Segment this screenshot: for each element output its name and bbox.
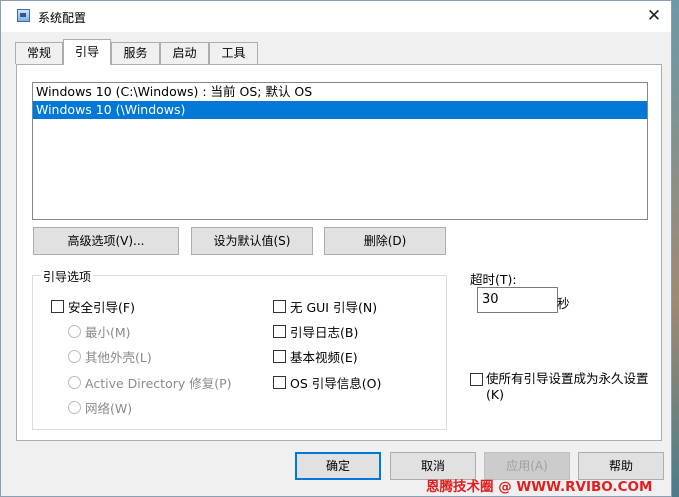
ok-button[interactable]: 确定 [295, 452, 381, 480]
radio-circle [68, 324, 81, 338]
advanced-options-button[interactable]: 高级选项(V)... [33, 227, 179, 255]
safe-boot-label: 安全引导(F) [68, 299, 135, 315]
no-gui-boot-label: 无 GUI 引导(N) [290, 299, 378, 315]
timeout-input[interactable]: 30 [477, 287, 558, 313]
network-radio[interactable]: 网络(W) [68, 399, 133, 416]
radio-circle [68, 400, 81, 414]
boot-options-title: 引导选项 [41, 268, 94, 285]
safe-boot-checkbox[interactable]: 安全引导(F) [51, 298, 135, 315]
tab-tools[interactable]: 工具 [209, 42, 258, 64]
radio-circle [68, 375, 81, 389]
watermark-text: 恩腾技术圈 @ WWW.RVIBO.COM [426, 479, 653, 495]
os-boot-info-label: OS 引导信息(O) [290, 375, 382, 391]
checkbox-box [470, 373, 483, 386]
minimal-label: 最小(M) [85, 324, 131, 340]
os-boot-info-checkbox[interactable]: OS 引导信息(O) [273, 374, 382, 391]
boot-log-checkbox[interactable]: 引导日志(B) [273, 323, 359, 340]
system-config-window: 系统配置 ✕ 常规 引导 服务 启动 工具 Windows 10 (C:\Win… [0, 0, 672, 497]
os-list-item[interactable]: Windows 10 (C:\Windows) : 当前 OS; 默认 OS [33, 83, 647, 101]
delete-button[interactable]: 删除(D) [324, 227, 446, 255]
checkbox-box [273, 299, 286, 313]
checkbox-box [273, 375, 286, 389]
base-video-label: 基本视频(E) [290, 349, 358, 365]
window-title: 系统配置 [38, 11, 87, 25]
alternate-shell-radio[interactable]: 其他外壳(L) [68, 348, 152, 365]
set-default-button[interactable]: 设为默认值(S) [191, 227, 313, 255]
checkbox-box [51, 299, 64, 313]
tab-boot[interactable]: 引导 [63, 39, 111, 65]
close-button[interactable]: ✕ [637, 1, 671, 32]
timeout-unit: 秒 [557, 296, 570, 311]
os-list-item-selected[interactable]: Windows 10 (\Windows) [33, 101, 647, 119]
no-gui-boot-checkbox[interactable]: 无 GUI 引导(N) [273, 298, 378, 315]
boot-log-label: 引导日志(B) [290, 324, 359, 340]
tab-startup[interactable]: 启动 [160, 42, 209, 64]
active-directory-label: Active Directory 修复(P) [85, 375, 232, 391]
msconfig-app-icon [17, 9, 30, 22]
checkbox-box [273, 324, 286, 338]
title-bar[interactable]: 系统配置 ✕ [1, 1, 671, 32]
make-permanent-checkbox[interactable]: 使所有引导设置成为永久设置(K) [470, 371, 660, 403]
make-permanent-label: 使所有引导设置成为永久设置(K) [486, 371, 649, 402]
active-directory-radio[interactable]: Active Directory 修复(P) [68, 374, 232, 391]
radio-circle [68, 349, 81, 363]
tab-services[interactable]: 服务 [111, 42, 160, 64]
network-label: 网络(W) [85, 400, 133, 416]
os-list[interactable]: Windows 10 (C:\Windows) : 当前 OS; 默认 OS W… [32, 82, 648, 220]
alternate-shell-label: 其他外壳(L) [85, 349, 152, 365]
timeout-label: 超时(T): [470, 272, 517, 287]
minimal-radio[interactable]: 最小(M) [68, 323, 131, 340]
base-video-checkbox[interactable]: 基本视频(E) [273, 348, 358, 365]
checkbox-box [273, 349, 286, 363]
desktop-background [672, 0, 679, 497]
tab-general[interactable]: 常规 [15, 42, 63, 64]
